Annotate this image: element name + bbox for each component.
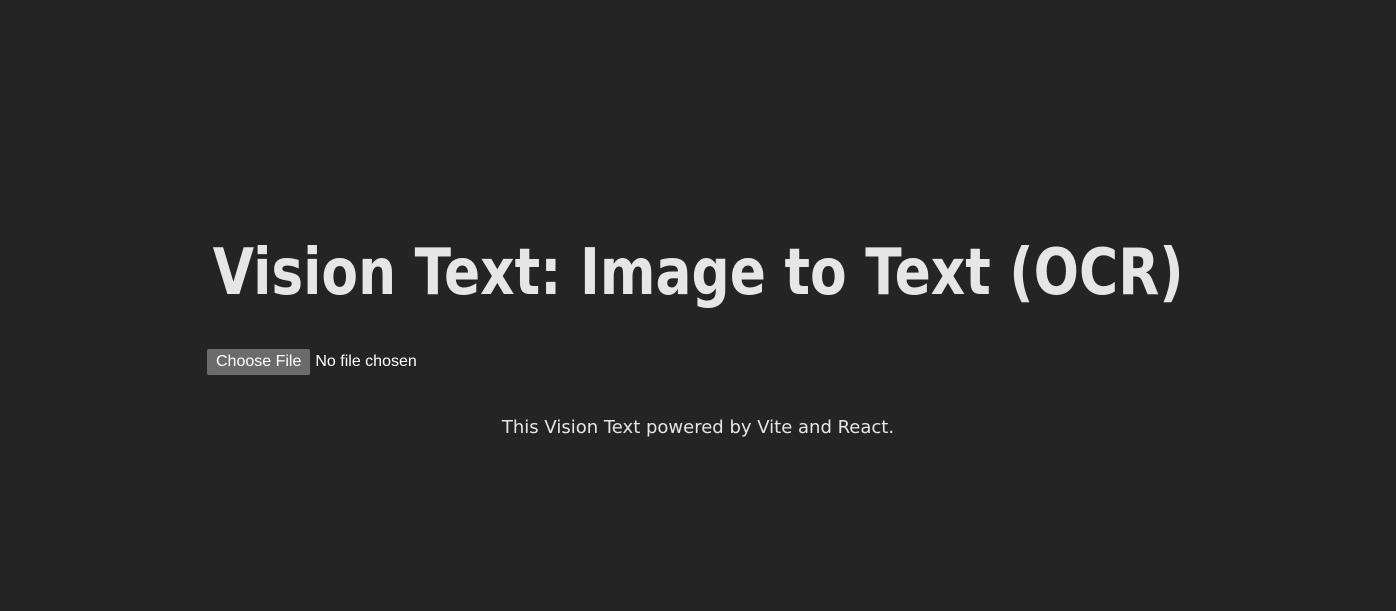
page-title: Vision Text: Image to Text (OCR) <box>212 236 1184 310</box>
choose-file-button[interactable]: Choose File <box>207 349 311 375</box>
footer-text: This Vision Text powered by Vite and Rea… <box>501 417 895 438</box>
header: Vision Text: Image to Text (OCR) <box>0 232 1396 314</box>
file-status: No file chosen <box>315 353 417 370</box>
file-input[interactable]: Choose File No file chosen <box>207 349 417 375</box>
